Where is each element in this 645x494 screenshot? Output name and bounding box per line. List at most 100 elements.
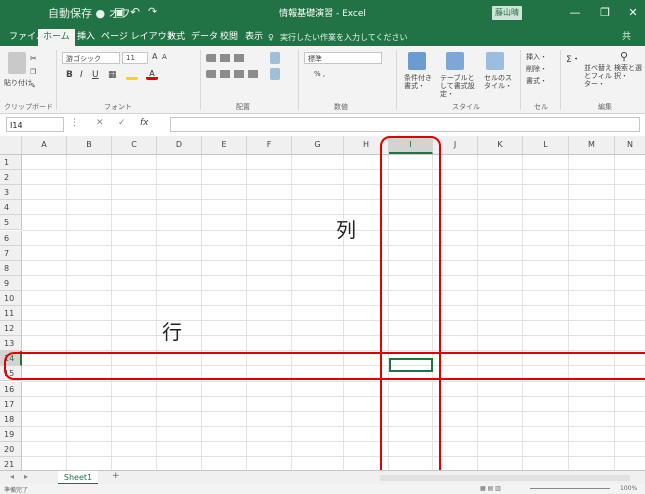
grid-column-line bbox=[201, 155, 202, 470]
paste-icon[interactable] bbox=[8, 52, 26, 74]
grid-row-line bbox=[22, 259, 645, 261]
shrink-font-icon[interactable]: A bbox=[162, 53, 167, 61]
row-header-19[interactable]: 19 bbox=[0, 426, 22, 442]
format-cells-button[interactable]: 書式・ bbox=[526, 76, 547, 86]
column-header-k[interactable]: K bbox=[478, 136, 523, 154]
italic-button[interactable]: I bbox=[80, 70, 83, 80]
grid-row-line bbox=[22, 410, 645, 412]
cell-grid[interactable] bbox=[0, 155, 645, 470]
format-painter-icon[interactable]: ✎ bbox=[30, 82, 36, 90]
column-header-n[interactable]: N bbox=[615, 136, 645, 154]
cell-styles-icon[interactable] bbox=[486, 52, 504, 70]
search-icon[interactable]: ⚲ bbox=[620, 50, 628, 63]
grid-row-line bbox=[22, 456, 645, 457]
account-name[interactable]: 藤山晴一 bbox=[492, 6, 522, 31]
row-header-7[interactable]: 7 bbox=[0, 245, 22, 261]
conditional-format-icon[interactable] bbox=[408, 52, 426, 70]
horizontal-scrollbar[interactable] bbox=[380, 475, 630, 481]
insert-cells-button[interactable]: 挿入・ bbox=[526, 52, 547, 62]
grow-font-icon[interactable]: A bbox=[152, 52, 157, 61]
currency-percent-comma[interactable]: % , bbox=[314, 70, 325, 78]
sort-filter-button[interactable]: 並べ替えとフィルター・ bbox=[584, 64, 612, 88]
tab-review[interactable]: 校閲 bbox=[215, 29, 243, 46]
lightbulb-icon: ♀ bbox=[268, 33, 274, 42]
row-header-4[interactable]: 4 bbox=[0, 200, 22, 216]
paste-button[interactable]: 貼り付け bbox=[4, 78, 32, 88]
formula-bar-menu-icon[interactable]: ⋮ bbox=[70, 118, 79, 128]
row-header-8[interactable]: 8 bbox=[0, 260, 22, 276]
format-as-table-button[interactable]: テーブルとして書式設定・ bbox=[440, 74, 480, 98]
column-header-m[interactable]: M bbox=[569, 136, 615, 154]
align-horizontal-icons[interactable] bbox=[206, 70, 262, 78]
add-sheet-button[interactable]: + bbox=[112, 471, 120, 481]
row-header-10[interactable]: 10 bbox=[0, 290, 22, 306]
ribbon-divider bbox=[298, 50, 299, 110]
grid-row-line bbox=[22, 395, 645, 397]
row-header-11[interactable]: 11 bbox=[0, 306, 22, 322]
bold-button[interactable]: B bbox=[66, 70, 73, 80]
formula-input[interactable] bbox=[170, 117, 640, 132]
copy-icon[interactable]: ❐ bbox=[30, 68, 36, 76]
scroll-left-icon[interactable]: ◂ bbox=[10, 472, 14, 481]
border-icon[interactable]: ▦ bbox=[108, 70, 117, 80]
column-header-l[interactable]: L bbox=[523, 136, 569, 154]
share-button[interactable]: 共 bbox=[622, 29, 631, 46]
row-header-9[interactable]: 9 bbox=[0, 275, 22, 291]
row-header-5[interactable]: 5 bbox=[0, 215, 22, 231]
row-header-3[interactable]: 3 bbox=[0, 185, 22, 201]
row-header-20[interactable]: 20 bbox=[0, 441, 22, 457]
scroll-right-icon[interactable]: ▸ bbox=[24, 472, 28, 481]
row-header-1[interactable]: 1 bbox=[0, 155, 22, 171]
column-header-d[interactable]: D bbox=[157, 136, 202, 154]
zoom-level[interactable]: 100% bbox=[620, 485, 637, 492]
name-box[interactable]: I14 bbox=[6, 117, 64, 132]
column-header-f[interactable]: F bbox=[247, 136, 292, 154]
group-cells: セル bbox=[534, 103, 548, 111]
wrap-text-icon[interactable] bbox=[270, 52, 280, 64]
close-button[interactable]: ✕ bbox=[622, 3, 644, 23]
row-header-12[interactable]: 12 bbox=[0, 321, 22, 337]
insert-function-icon[interactable]: fx bbox=[140, 118, 149, 128]
row-header-13[interactable]: 13 bbox=[0, 336, 22, 352]
group-alignment: 配置 bbox=[236, 103, 250, 111]
row-header-2[interactable]: 2 bbox=[0, 170, 22, 186]
grid-column-line bbox=[477, 155, 478, 470]
tab-home[interactable]: ホーム bbox=[38, 29, 75, 46]
column-header-g[interactable]: G bbox=[292, 136, 344, 154]
conditional-format-button[interactable]: 条件付き書式・ bbox=[404, 74, 438, 90]
cut-icon[interactable]: ✂ bbox=[30, 54, 37, 63]
window-title: 情報基礎演習 - Excel bbox=[279, 9, 366, 19]
align-top-icons[interactable] bbox=[206, 54, 248, 62]
tell-me-search[interactable]: 実行したい作業を入力してください bbox=[280, 29, 408, 46]
row-header-6[interactable]: 6 bbox=[0, 230, 22, 246]
row-header-16[interactable]: 16 bbox=[0, 381, 22, 397]
number-format-select[interactable]: 標準 bbox=[304, 52, 382, 64]
delete-cells-button[interactable]: 削除・ bbox=[526, 64, 547, 74]
cell-styles-button[interactable]: セルのスタイル・ bbox=[484, 74, 516, 90]
font-name-select[interactable]: 游ゴシック bbox=[62, 52, 120, 64]
zoom-slider[interactable] bbox=[530, 488, 610, 489]
find-select-button[interactable]: 検索と選択・ bbox=[614, 64, 642, 80]
ribbon-divider bbox=[200, 50, 201, 110]
select-all-corner[interactable] bbox=[0, 136, 22, 154]
font-size-select[interactable]: 11 bbox=[122, 52, 148, 64]
fill-color-icon[interactable] bbox=[126, 70, 138, 80]
restore-button[interactable]: ❐ bbox=[594, 3, 616, 23]
enter-icon[interactable]: ✓ bbox=[118, 118, 126, 128]
column-header-c[interactable]: C bbox=[112, 136, 157, 154]
minimize-button[interactable]: — bbox=[564, 3, 586, 23]
column-header-e[interactable]: E bbox=[202, 136, 247, 154]
format-as-table-icon[interactable] bbox=[446, 52, 464, 70]
view-buttons-icon[interactable]: ▦ ▤ ▥ bbox=[480, 485, 501, 492]
column-header-a[interactable]: A bbox=[22, 136, 67, 154]
font-color-icon[interactable]: A bbox=[146, 70, 158, 80]
row-header-17[interactable]: 17 bbox=[0, 396, 22, 412]
column-header-b[interactable]: B bbox=[67, 136, 112, 154]
underline-button[interactable]: U bbox=[92, 70, 99, 80]
cancel-icon[interactable]: ✕ bbox=[96, 118, 104, 128]
tab-view[interactable]: 表示 bbox=[240, 29, 268, 46]
sheet-tab-sheet1[interactable]: Sheet1 bbox=[58, 471, 98, 485]
row-header-18[interactable]: 18 bbox=[0, 411, 22, 427]
merge-center-icon[interactable] bbox=[270, 68, 280, 80]
autosum-button[interactable]: Σ・ bbox=[566, 52, 581, 65]
